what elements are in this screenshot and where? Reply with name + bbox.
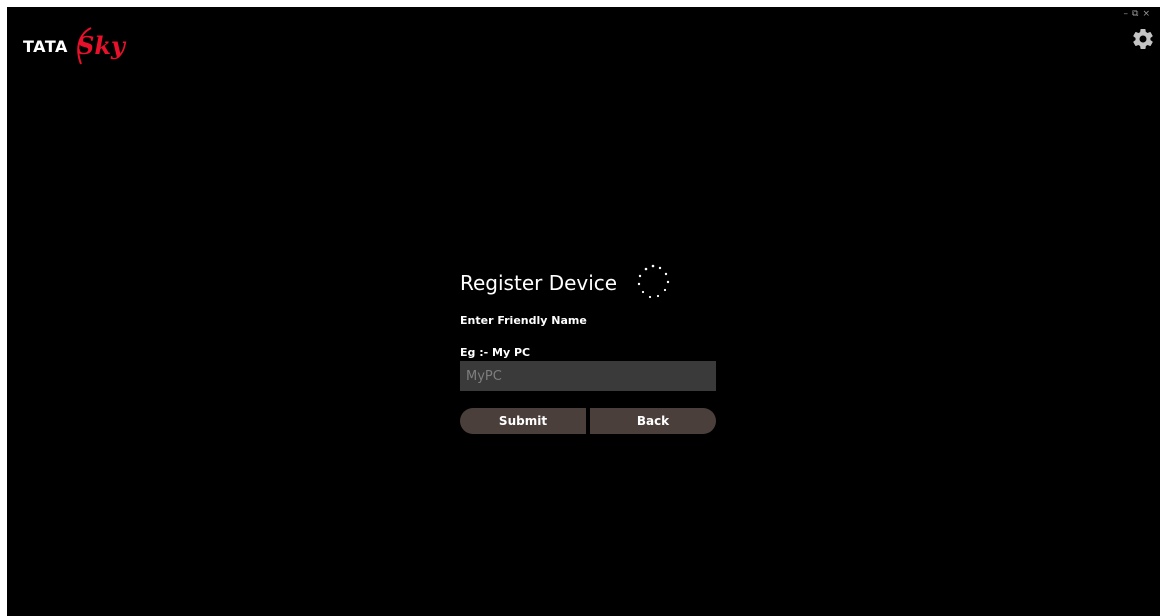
register-device-panel: Register Device Enter Friendly Name Eg :…	[460, 261, 720, 434]
minimize-button[interactable]: –	[1124, 9, 1129, 19]
submit-button[interactable]: Submit	[460, 408, 586, 434]
friendly-name-input[interactable]	[460, 361, 716, 391]
close-button[interactable]: ×	[1142, 9, 1150, 19]
back-button[interactable]: Back	[590, 408, 716, 434]
logo-text-tata: TATA	[23, 37, 68, 56]
spinner-icon	[637, 264, 670, 299]
gear-icon	[1133, 29, 1153, 50]
tata-sky-logo: TATA Sky	[23, 26, 145, 66]
window-controls: – ⧉ ×	[1124, 9, 1150, 19]
restore-button[interactable]: ⧉	[1132, 9, 1138, 19]
app-window: TATA Sky – ⧉ × Register Device Enter Fri…	[7, 7, 1160, 616]
example-label: Eg :- My PC	[460, 346, 531, 359]
friendly-name-label: Enter Friendly Name	[460, 314, 587, 327]
settings-button[interactable]	[1131, 27, 1155, 51]
title-row: Register Device	[460, 261, 720, 305]
logo-text-sky: Sky	[77, 31, 125, 60]
page-title: Register Device	[460, 271, 618, 295]
